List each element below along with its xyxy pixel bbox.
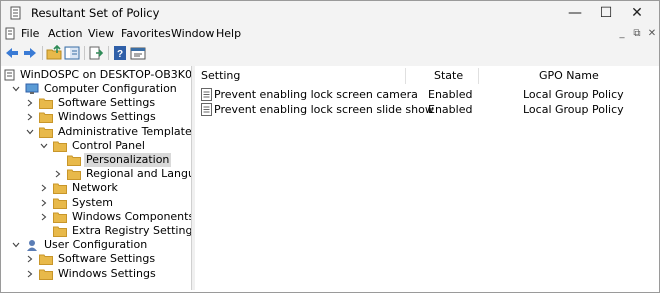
chevron-right-icon[interactable] — [40, 184, 48, 192]
chevron-down-icon[interactable] — [26, 128, 34, 136]
minimize-button[interactable]: — — [561, 1, 589, 25]
console-tree: WinDOSPC on DESKTOP-OB3K046 - RSoP Compu… — [2, 66, 192, 290]
state-cell: Enabled — [428, 103, 473, 116]
mdi-minimize-button[interactable]: _ — [615, 27, 629, 41]
tree-label: Computer Configuration — [44, 82, 177, 95]
tree-label: Windows Settings — [58, 110, 156, 124]
menu-window[interactable]: Window — [171, 27, 214, 40]
column-divider[interactable] — [478, 68, 479, 84]
folder-icon — [53, 141, 67, 152]
tree-label: WinDOSPC on DESKTOP-OB3K046 - RSoP — [20, 68, 192, 81]
mdi-restore-button[interactable]: ⧉ — [630, 27, 644, 41]
chevron-right-icon[interactable] — [26, 270, 34, 278]
setting-cell: Prevent enabling lock screen camera — [214, 88, 418, 101]
folder-icon — [39, 112, 53, 124]
tree-label: Administrative Templates — [58, 124, 192, 138]
tree-label: Network — [72, 181, 118, 195]
rsop-app-icon — [10, 6, 21, 20]
up-folder-icon[interactable] — [46, 45, 62, 61]
folder-icon — [53, 226, 67, 237]
title-bar[interactable]: Resultant Set of Policy — ☐ ✕ — [1, 1, 659, 25]
tree-label: Control Panel — [72, 138, 145, 152]
tree-label: Regional and Language Options — [86, 167, 191, 181]
menu-favorites[interactable]: Favorites — [121, 27, 171, 40]
chevron-down-icon[interactable] — [12, 241, 20, 249]
tree-label: System — [72, 195, 114, 209]
tree-label: Extra Registry Settings — [72, 224, 192, 237]
help-icon[interactable]: ? — [112, 45, 128, 61]
tree-label: Windows Settings — [58, 266, 156, 280]
user-icon — [27, 240, 37, 252]
column-header-setting[interactable]: Setting — [201, 66, 240, 86]
results-list: Setting State GPO Name Prevent enabling … — [195, 66, 658, 290]
toolbar: ? — [1, 43, 659, 63]
back-icon[interactable] — [4, 45, 20, 61]
tree-label: User Configuration — [44, 238, 148, 252]
chevron-right-icon[interactable] — [54, 170, 62, 178]
window-title: Resultant Set of Policy — [31, 6, 160, 20]
menu-help[interactable]: Help — [216, 27, 241, 40]
gpo-name-cell: Local Group Policy — [523, 103, 624, 116]
forward-icon[interactable] — [22, 45, 38, 61]
folder-icon — [67, 155, 81, 166]
menu-view[interactable]: View — [88, 27, 114, 40]
folder-icon — [39, 98, 53, 110]
column-header-gpo-name[interactable]: GPO Name — [539, 66, 599, 86]
rsop-window: Resultant Set of Policy — ☐ ✕ File Actio… — [0, 0, 660, 293]
folder-icon — [39, 269, 53, 280]
table-row[interactable]: Prevent enabling lock screen slide show E… — [195, 102, 658, 117]
folder-icon — [67, 169, 81, 181]
chevron-down-icon[interactable] — [40, 142, 48, 150]
policy-setting-icon — [201, 88, 212, 101]
table-row[interactable]: Prevent enabling lock screen camera Enabl… — [195, 87, 658, 102]
toolbar-separator — [108, 46, 109, 60]
column-divider[interactable] — [405, 68, 406, 84]
policy-setting-icon — [201, 103, 212, 116]
chevron-right-icon[interactable] — [26, 255, 34, 263]
folder-icon — [53, 198, 67, 209]
state-cell: Enabled — [428, 88, 473, 101]
folder-icon — [53, 212, 67, 223]
console-menu-icon[interactable] — [5, 27, 17, 40]
tree-label: Software Settings — [58, 252, 156, 266]
menu-file[interactable]: File — [21, 27, 39, 40]
toolbar-separator — [84, 46, 85, 60]
chevron-down-icon[interactable] — [12, 85, 20, 93]
chevron-right-icon[interactable] — [40, 199, 48, 207]
computer-icon — [25, 83, 39, 94]
menu-action[interactable]: Action — [48, 27, 82, 40]
tree-label: Software Settings — [58, 96, 156, 110]
chevron-right-icon[interactable] — [26, 99, 34, 107]
rsop-root-icon — [4, 69, 15, 81]
show-hide-tree-icon[interactable] — [64, 45, 80, 61]
properties-icon[interactable] — [130, 45, 146, 61]
tree-label: Windows Components — [72, 209, 192, 223]
maximize-button[interactable]: ☐ — [592, 1, 620, 25]
export-list-icon[interactable] — [88, 45, 104, 61]
chevron-right-icon[interactable] — [40, 213, 48, 221]
chevron-right-icon[interactable] — [26, 113, 34, 121]
mdi-close-button[interactable]: ✕ — [645, 27, 659, 41]
gpo-name-cell: Local Group Policy — [523, 88, 624, 101]
tree-label: Personalization — [84, 153, 172, 167]
svg-text:?: ? — [117, 49, 123, 60]
folder-icon — [39, 254, 53, 266]
close-button[interactable]: ✕ — [623, 1, 651, 25]
folder-icon — [53, 183, 67, 195]
folder-icon — [39, 127, 53, 138]
setting-cell: Prevent enabling lock screen slide show — [214, 103, 434, 116]
toolbar-separator — [42, 46, 43, 60]
menu-bar: File Action View Favorites Window Help _… — [1, 25, 659, 43]
column-header-state[interactable]: State — [434, 66, 463, 86]
